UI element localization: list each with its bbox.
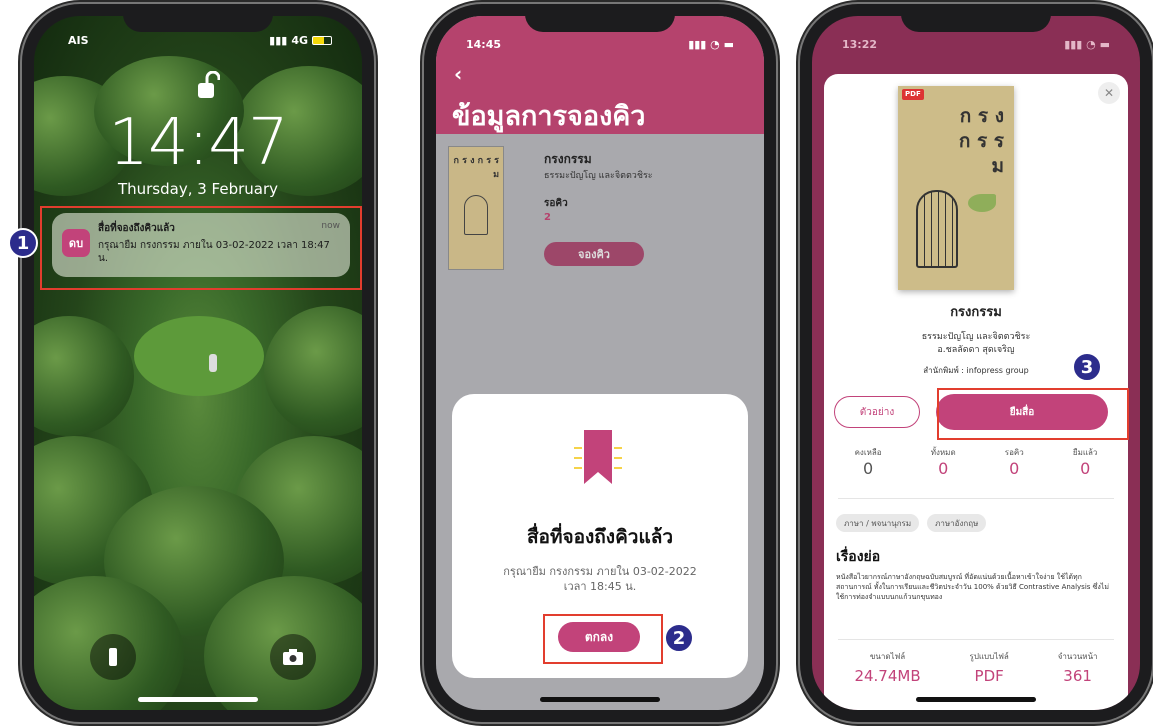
file-format: รูปแบบไฟล์ PDF (970, 650, 1009, 685)
reservation-screen: 14:45 ▮▮▮ ◔ ▬ ‹ ข้อมูลการจองคิว ก ร ง ก … (436, 16, 764, 710)
bookmark-icon (574, 426, 622, 492)
book-cover: ก ร ง ก ร ร ม (448, 146, 504, 270)
book-author: ธรรมะปัญโญ และจิตตวชิระ (921, 332, 1031, 342)
stat-value: 0 (938, 459, 949, 478)
info-label: รูปแบบไฟล์ (969, 652, 1009, 661)
stat-label: คงเหลือ (854, 448, 882, 457)
flashlight-button[interactable] (90, 634, 136, 680)
info-value: 24.74MB (854, 667, 921, 685)
info-label: จำนวนหน้า (1057, 652, 1098, 661)
stat-label: รอคิว (1004, 448, 1024, 457)
carrier-label: AIS (68, 34, 89, 47)
status-time: 14:45 (466, 38, 502, 51)
camera-icon (283, 649, 303, 665)
birdcage-icon (464, 195, 488, 235)
info-label: ขนาดไฟล์ (869, 652, 906, 661)
dialog-message: กรุณายืม กรงกรรม ภายใน 03-02-2022 เวลา 1… (503, 565, 697, 593)
bird-icon (968, 194, 996, 212)
step-marker-3: 3 (1072, 352, 1102, 382)
tag-english[interactable]: ภาษาอังกฤษ (927, 514, 987, 532)
queue-value: 2 (544, 212, 551, 223)
birdcage-icon (916, 190, 958, 268)
stat-value: 0 (1080, 459, 1091, 478)
stat-value: 0 (1009, 459, 1020, 478)
status-icons: ▮▮▮ ◔ ▬ (688, 38, 734, 51)
page-title: ข้อมูลการจองคิว (452, 101, 646, 132)
stat-borrowed: ยืมแล้ว 0 (1073, 446, 1098, 486)
divider (838, 639, 1114, 640)
stat-remaining: คงเหลือ 0 (855, 446, 882, 486)
highlight-notification (40, 206, 362, 290)
back-button[interactable]: ‹ (454, 62, 462, 86)
stats-row: คงเหลือ 0 ทั้งหมด 0 รอคิว 0 ยืมแล้ว 0 (830, 446, 1122, 486)
network-label: 4G (291, 34, 308, 47)
pdf-badge: PDF (902, 89, 924, 100)
cover-title: ก ร ง ก ร ร ม (453, 156, 499, 180)
info-value: 361 (1063, 667, 1092, 685)
close-button[interactable]: ✕ (1098, 82, 1120, 104)
status-time: 13:22 (842, 38, 878, 51)
queue-label: รอคิว (544, 198, 568, 209)
status-icons: ▮▮▮ ◔ ▬ (1064, 38, 1110, 51)
signal-icon: ▮▮▮ (269, 34, 288, 47)
phone-lockscreen: AIS ▮▮▮ 4G 14:47 Thursday, 3 February ดบ… (22, 4, 374, 722)
book-author: ธรรมะปัญโญ และจิตตวชิระ (544, 171, 653, 181)
figure-standing (209, 354, 217, 372)
book-card[interactable]: ก ร ง ก ร ร ม กรงกรรม ธรรมะปัญโญ และจิตต… (448, 146, 752, 282)
step-marker-1: 1 (8, 228, 38, 258)
highlight-ok-button (543, 614, 663, 664)
cover-title: ก ร ง ก ร ร ม (958, 105, 1004, 177)
lock-time: 14:47 (108, 106, 288, 180)
tag-row: ภาษา / พจนานุกรม ภาษาอังกฤษ (836, 514, 987, 532)
stat-label: ทั้งหมด (930, 448, 956, 457)
dialog-title: สื่อที่จองถึงคิวแล้ว (526, 526, 674, 548)
synopsis-heading: เรื่องย่อ (836, 549, 881, 565)
divider (838, 498, 1114, 499)
sample-button[interactable]: ตัวอย่าง (834, 396, 920, 428)
info-value: PDF (974, 667, 1004, 685)
page-count: จำนวนหน้า 361 (1058, 650, 1098, 685)
stat-queue: รอคิว 0 (1005, 446, 1024, 486)
file-size: ขนาดไฟล์ 24.74MB (854, 650, 920, 685)
stat-label: ยืมแล้ว (1072, 448, 1098, 457)
battery-icon (312, 36, 332, 45)
book-cover: PDF ก ร ง ก ร ร ม (898, 86, 1014, 290)
camera-button[interactable] (270, 634, 316, 680)
unlock-icon (198, 70, 221, 99)
book-title: กรงกรรม (950, 305, 1002, 320)
lock-date: Thursday, 3 February (117, 180, 279, 198)
synopsis-text: หนังสือไวยากรณ์ภาษาอังกฤษฉบับสมบูรณ์ ที่… (836, 573, 1109, 601)
stat-value: 0 (862, 459, 874, 478)
lockscreen-wallpaper: AIS ▮▮▮ 4G 14:47 Thursday, 3 February ดบ… (34, 16, 362, 710)
reserve-button[interactable]: จองคิว (544, 242, 644, 266)
highlight-borrow-button (937, 388, 1129, 440)
file-info-row: ขนาดไฟล์ 24.74MB รูปแบบไฟล์ PDF จำนวนหน้า 3… (830, 650, 1122, 685)
status-icons: ▮▮▮ 4G (269, 34, 332, 47)
book-title: กรงกรรม (544, 152, 592, 166)
stat-total: ทั้งหมด 0 (931, 446, 956, 486)
tag-language[interactable]: ภาษา / พจนานุกรม (836, 514, 920, 532)
flashlight-icon (109, 648, 117, 666)
step-marker-2: 2 (664, 623, 694, 653)
